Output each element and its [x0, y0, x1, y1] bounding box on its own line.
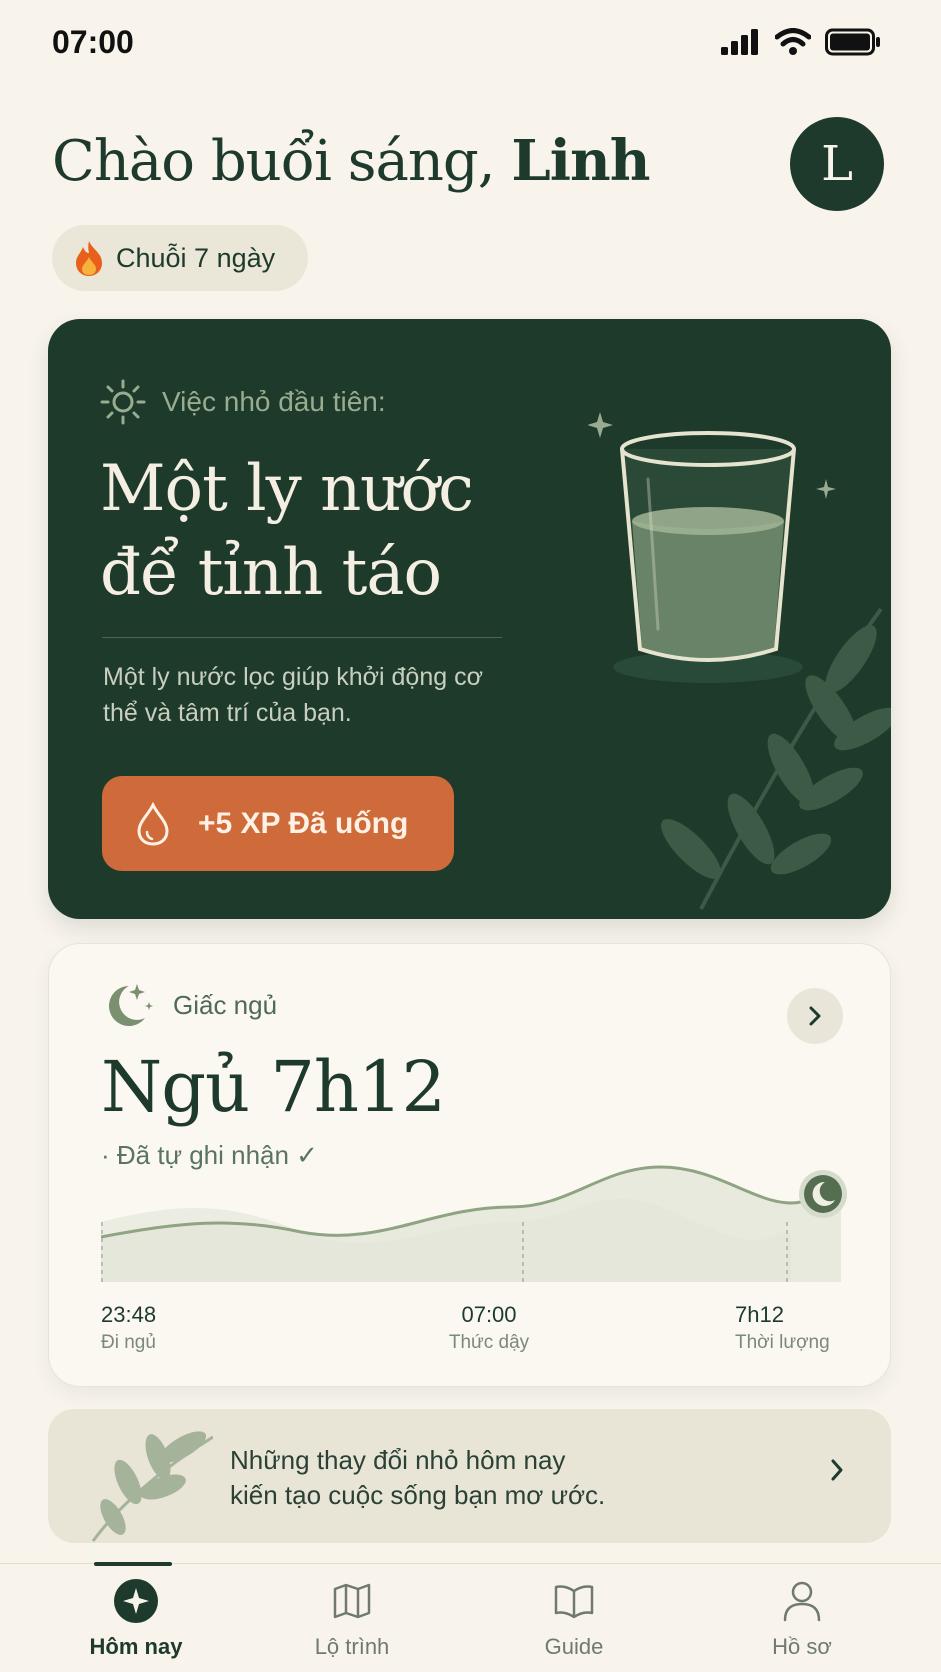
- tab-guide-label: Guide: [544, 1634, 604, 1659]
- drink-water-button[interactable]: +5 XP Đã uống: [102, 776, 454, 871]
- user-name: Linh: [511, 128, 650, 194]
- task-label: Việc nhỏ đầu tiên:: [100, 379, 386, 425]
- wake-value: 07:00: [461, 1302, 517, 1327]
- sleep-detail-button[interactable]: [787, 988, 843, 1044]
- tab-roadmap[interactable]: Lộ trình: [262, 1574, 442, 1660]
- streak-label: Chuỗi 7 ngày: [116, 242, 276, 273]
- duration-label: Thời lượng: [735, 1332, 830, 1353]
- avatar[interactable]: L: [790, 117, 884, 211]
- greeting: Chào buổi sáng, Linh: [52, 128, 650, 194]
- wake-label: Thức dậy: [448, 1332, 530, 1353]
- tab-today[interactable]: Hôm nay: [46, 1574, 226, 1660]
- sleep-label: Giấc ngủ: [99, 980, 277, 1030]
- tab-profile-label: Hồ sơ: [772, 1634, 832, 1659]
- duration-value: 7h12: [735, 1302, 784, 1327]
- tab-today-label: Hôm nay: [89, 1634, 183, 1659]
- moon-stars-icon: [109, 984, 153, 1026]
- user-icon: [783, 1581, 821, 1622]
- motivation-line1: Những thay đổi nhỏ hôm nay: [230, 1445, 566, 1475]
- streak-badge[interactable]: Chuỗi 7 ngày: [52, 225, 308, 291]
- sleep-stat-duration: 7h12 Thời lượng: [735, 1302, 830, 1354]
- bedtime-value: 23:48: [101, 1302, 157, 1327]
- motivation-line2: kiến tạo cuộc sống bạn mơ ước.: [230, 1480, 606, 1510]
- book-icon: [554, 1585, 594, 1619]
- leaf-decoration: [661, 607, 891, 910]
- task-label-text: Việc nhỏ đầu tiên:: [162, 386, 386, 417]
- tab-guide[interactable]: Guide: [484, 1574, 664, 1660]
- status-time: 07:00: [52, 24, 134, 60]
- sleep-card[interactable]: Giấc ngủ Ngủ 7h12 · Đã tự ghi nhận ✓ 23:…: [48, 943, 891, 1387]
- battery-icon: [825, 28, 880, 56]
- tab-roadmap-label: Lộ trình: [314, 1634, 390, 1659]
- status-icons: [721, 28, 881, 56]
- active-tab-indicator: [94, 1562, 172, 1566]
- chevron-right-icon[interactable]: [829, 1457, 845, 1483]
- task-title-line2: để tỉnh táo: [100, 536, 442, 610]
- wifi-icon: [775, 28, 811, 55]
- tab-profile[interactable]: Hồ sơ: [712, 1574, 892, 1660]
- sleep-duration-title: Ngủ 7h12: [101, 1046, 446, 1128]
- sleep-label-text: Giấc ngủ: [173, 989, 278, 1020]
- drink-water-button-label: +5 XP Đã uống: [198, 806, 409, 840]
- map-icon: [333, 1583, 371, 1619]
- task-title-line1: Một ly nước: [100, 452, 474, 526]
- task-description: Một ly nước lọc giúp khởi động cơ thể và…: [103, 663, 483, 727]
- sparkle-icon: [114, 1579, 158, 1623]
- status-bar: 07:00: [0, 0, 941, 90]
- sun-icon: [100, 379, 146, 425]
- task-divider: [102, 637, 502, 638]
- daily-task-card: Việc nhỏ đầu tiên: Một ly nước để tỉnh t…: [48, 319, 891, 919]
- sleep-wave-chart: [101, 1165, 847, 1282]
- task-title: Một ly nước để tỉnh táo: [100, 447, 580, 615]
- sleep-stat-bedtime: 23:48 Đi ngủ: [101, 1302, 156, 1354]
- leaf-branch-icon: [91, 1431, 213, 1542]
- motivation-banner[interactable]: Những thay đổi nhỏ hôm nay kiến tạo cuộc…: [48, 1409, 891, 1543]
- signal-icon: [721, 29, 758, 55]
- sleep-stat-wake: 07:00 Thức dậy: [439, 1302, 539, 1354]
- motivation-text: Những thay đổi nhỏ hôm nay kiến tạo cuộc…: [230, 1443, 605, 1513]
- fire-icon: [76, 241, 102, 276]
- bedtime-label: Đi ngủ: [101, 1332, 156, 1353]
- chevron-right-icon: [809, 1006, 821, 1026]
- greeting-text: Chào buổi sáng,: [52, 129, 512, 194]
- water-drop-icon: [137, 801, 169, 846]
